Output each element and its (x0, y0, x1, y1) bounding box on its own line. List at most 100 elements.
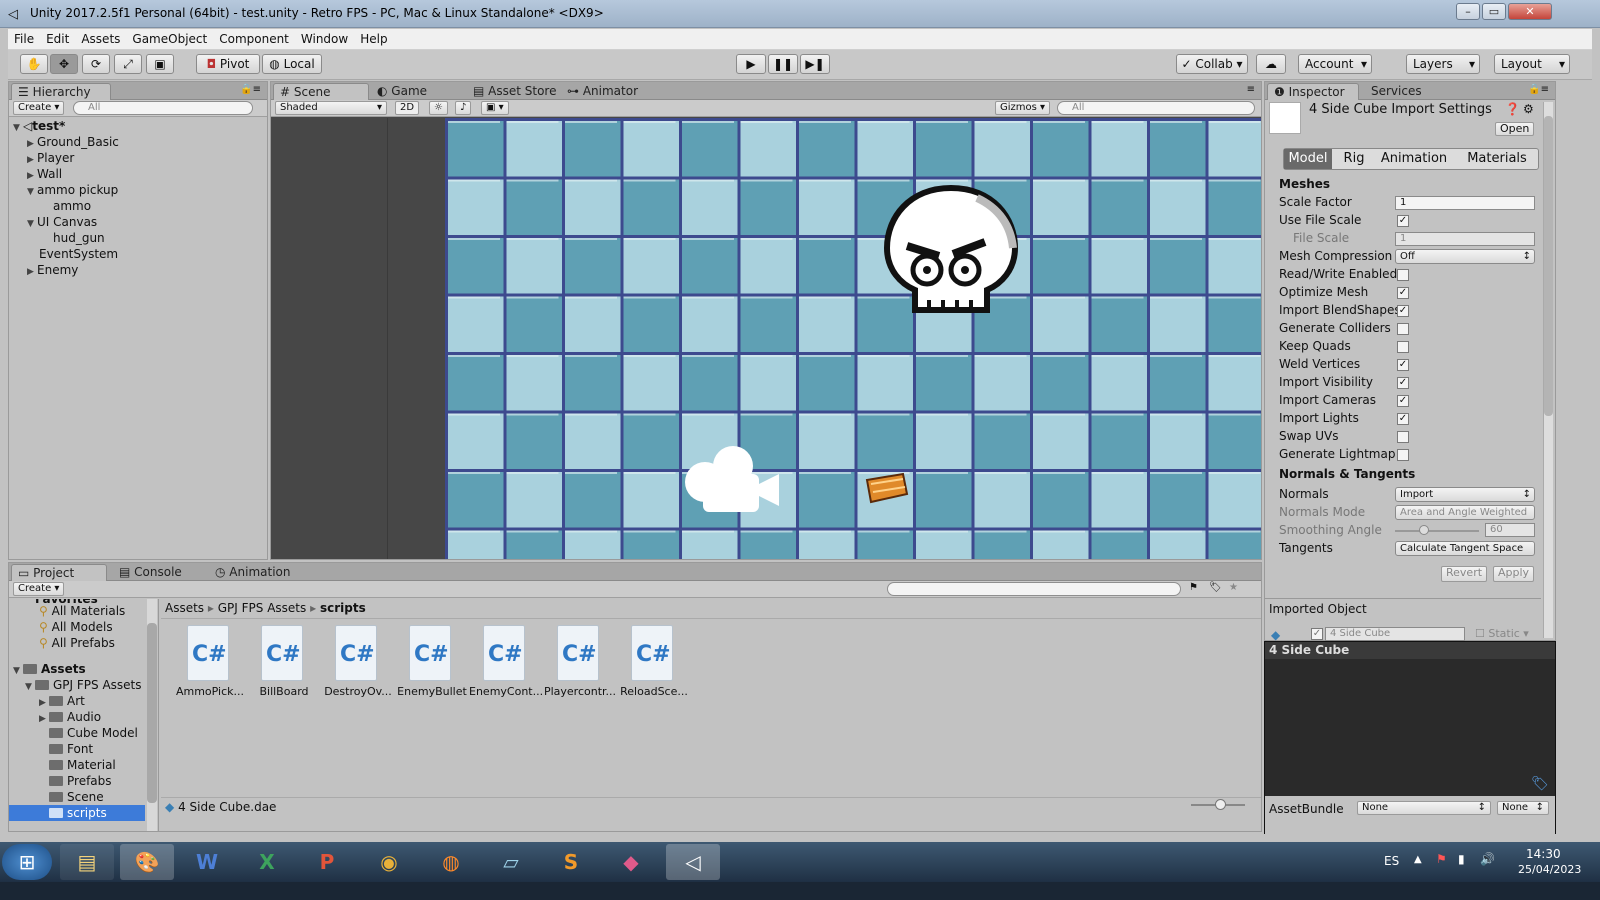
scene-search-input[interactable]: All (1057, 101, 1255, 115)
tab-hierarchy[interactable]: ☰ Hierarchy (11, 83, 111, 100)
effects-dropdown[interactable]: ▣ ▾ (481, 101, 509, 115)
folder-item[interactable]: Material (49, 757, 116, 773)
expand-arrow-icon[interactable]: ▶ (39, 711, 49, 727)
hand-tool-icon[interactable]: ✋ (20, 54, 48, 74)
audio-toggle[interactable]: ♪ (455, 101, 472, 115)
taskbar-chrome[interactable]: ◉ (362, 844, 416, 880)
favorite-item[interactable]: ⚲ All Materials (39, 603, 125, 619)
menu-edit[interactable]: Edit (40, 29, 75, 46)
tab-scene[interactable]: # Scene (273, 83, 369, 100)
scene-root[interactable]: ▼ ◁test* (13, 118, 65, 134)
help-icon[interactable]: ❓ (1505, 102, 1520, 116)
close-button[interactable]: ✕ (1508, 3, 1552, 20)
collab-dropdown[interactable]: ✓ Collab ▾ (1176, 54, 1248, 74)
move-tool-icon[interactable]: ✥ (50, 54, 78, 74)
menu-file[interactable]: File (8, 29, 40, 46)
folder-gpj[interactable]: ▼ GPJ FPS Assets (25, 677, 142, 693)
use-file-scale-checkbox[interactable]: ✓ (1397, 215, 1409, 227)
project-search-input[interactable] (887, 582, 1181, 596)
rotate-tool-icon[interactable]: ⟳ (82, 54, 110, 74)
taskbar-unity[interactable]: ◁ (666, 844, 720, 880)
favorite-item[interactable]: ⚲ All Models (39, 619, 113, 635)
star-icon[interactable]: ★ (1229, 582, 1238, 593)
tray-arrow-icon[interactable]: ▲ (1414, 854, 1422, 865)
expand-arrow-icon[interactable]: ▼ (13, 663, 23, 679)
file-item[interactable]: C# Playercontr... (543, 621, 617, 705)
file-item[interactable]: C# ReloadSce... (617, 621, 691, 705)
assets-root[interactable]: ▼ Assets (13, 661, 86, 677)
expand-arrow-icon[interactable]: ▼ (25, 679, 35, 695)
step-button[interactable]: ▶❚ (800, 54, 830, 74)
taskbar-explorer[interactable]: ▤ (60, 844, 114, 880)
expand-arrow-icon[interactable]: ▼ (27, 184, 37, 200)
account-dropdown[interactable]: Account ▾ (1298, 54, 1372, 74)
panel-menu-icon[interactable]: ≡ (1247, 84, 1255, 95)
weld-vertices-checkbox[interactable]: ✓ (1397, 359, 1409, 371)
file-item[interactable]: C# DestroyOv... (321, 621, 395, 705)
tab-asset-store[interactable]: ▤ Asset Store (467, 83, 563, 100)
play-button[interactable]: ▶ (736, 54, 766, 74)
2d-toggle[interactable]: 2D (395, 101, 420, 115)
tab-project[interactable]: ▭ Project (11, 564, 107, 581)
pivot-toggle[interactable]: ◘ Pivot (196, 54, 260, 74)
generate-colliders-checkbox[interactable] (1397, 323, 1409, 335)
folder-item[interactable]: ▶ Audio (39, 709, 101, 725)
panel-menu-icon[interactable]: 🔒≡ (1528, 84, 1549, 95)
hierarchy-item[interactable]: EventSystem (39, 246, 118, 262)
minimize-button[interactable]: – (1456, 3, 1480, 20)
hierarchy-item[interactable]: ▼ ammo pickup (27, 182, 118, 198)
scale-tool-icon[interactable]: ⤢ (114, 54, 142, 74)
project-create-button[interactable]: Create ▾ (13, 582, 65, 596)
cloud-button[interactable]: ☁ (1256, 54, 1286, 74)
gizmos-dropdown[interactable]: Gizmos ▾ (995, 101, 1051, 115)
tab-animation[interactable]: ◷ Animation (209, 564, 296, 581)
hierarchy-item[interactable]: hud_gun (53, 230, 105, 246)
maximize-button[interactable]: ▭ (1482, 3, 1506, 20)
rect-tool-icon[interactable]: ▣ (146, 54, 174, 74)
lighting-toggle[interactable]: ☼ (429, 101, 448, 115)
import-visibility-checkbox[interactable]: ✓ (1397, 377, 1409, 389)
hierarchy-create-button[interactable]: Create ▾ (13, 101, 65, 115)
hierarchy-item[interactable]: ▼ UI Canvas (27, 214, 97, 230)
menu-assets[interactable]: Assets (75, 29, 126, 46)
open-button[interactable]: Open (1495, 122, 1535, 136)
hierarchy-item[interactable]: ▶ Player (27, 150, 74, 166)
expand-arrow-icon[interactable]: ▼ (13, 120, 23, 136)
folder-tree-scroll-thumb[interactable] (147, 623, 157, 803)
import-cameras-checkbox[interactable]: ✓ (1397, 395, 1409, 407)
keep-quads-checkbox[interactable] (1397, 341, 1409, 353)
breadcrumb-item[interactable]: GPJ FPS Assets (218, 601, 307, 615)
taskbar-firefox[interactable]: ◍ (424, 844, 478, 880)
taskbar-sublime[interactable]: S (544, 844, 598, 880)
taskbar-excel[interactable]: X (240, 844, 294, 880)
filter-label-icon[interactable]: 🏷 (1209, 582, 1222, 593)
zoom-slider-handle[interactable] (1215, 799, 1226, 810)
file-item[interactable]: C# EnemyCont... (469, 621, 543, 705)
action-center-icon[interactable]: ⚑ (1436, 852, 1447, 866)
file-item[interactable]: C# AmmoPick... (173, 621, 247, 705)
pause-button[interactable]: ❚❚ (768, 54, 798, 74)
folder-item[interactable]: Font (49, 741, 93, 757)
hierarchy-search-input[interactable]: All (73, 101, 253, 115)
folder-item[interactable]: Scene (49, 789, 104, 805)
import-blendshapes-checkbox[interactable]: ✓ (1397, 305, 1409, 317)
hierarchy-item[interactable]: ▶ Wall (27, 166, 62, 182)
tab-animator[interactable]: ⊶ Animator (561, 83, 644, 100)
tab-console[interactable]: ▤ Console (113, 564, 188, 581)
scale-factor-field[interactable]: 1 (1395, 196, 1535, 210)
subtab-animation[interactable]: Animation (1374, 149, 1454, 169)
menu-help[interactable]: Help (354, 29, 393, 46)
revert-button[interactable]: Revert (1441, 566, 1488, 582)
scene-viewport[interactable] (271, 118, 1261, 559)
menu-gameobject[interactable]: GameObject (126, 29, 213, 46)
hierarchy-item[interactable]: ammo (53, 198, 91, 214)
shading-dropdown[interactable]: Shaded ▾ (275, 101, 387, 115)
favorite-item[interactable]: ⚲ All Prefabs (39, 635, 115, 651)
menu-component[interactable]: Component (213, 29, 295, 46)
expand-arrow-icon[interactable]: ▼ (27, 216, 37, 232)
tab-game[interactable]: ◐ Game (371, 83, 433, 100)
taskbar-app[interactable]: ▱ (484, 844, 538, 880)
taskbar-paint[interactable]: 🎨 (120, 844, 174, 880)
normals-dropdown[interactable]: Import ↕ (1395, 487, 1535, 502)
subtab-materials[interactable]: Materials (1456, 149, 1538, 169)
